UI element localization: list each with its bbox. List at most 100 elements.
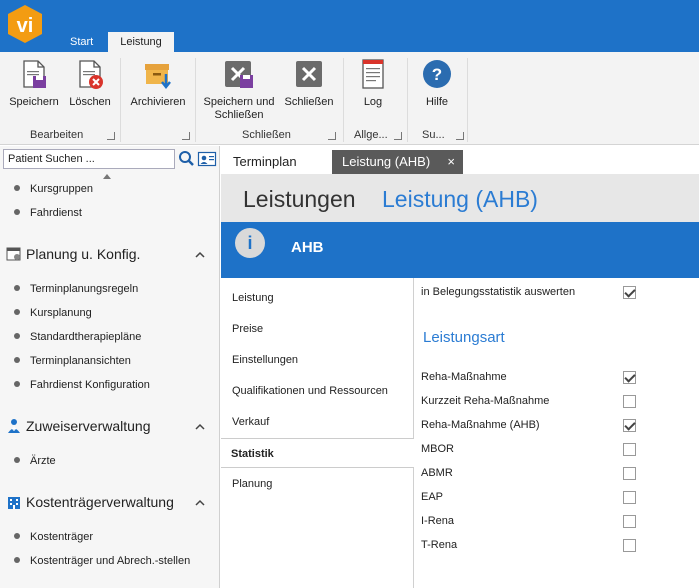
nav-item-standardtherapieplaene[interactable]: Standardtherapiepläne bbox=[14, 329, 141, 345]
svg-text:?: ? bbox=[432, 65, 442, 84]
patient-card-icon[interactable] bbox=[197, 149, 217, 169]
nav-item-fahrdienst[interactable]: Fahrdienst bbox=[14, 205, 82, 221]
option-checkbox[interactable] bbox=[623, 443, 636, 456]
nav-label: Fahrdienst bbox=[30, 207, 82, 219]
subnav-preise[interactable]: Preise bbox=[232, 321, 263, 337]
nav-item-terminplanungsregeln[interactable]: Terminplanungsregeln bbox=[14, 281, 138, 297]
option-checkbox[interactable] bbox=[623, 539, 636, 552]
building-icon bbox=[8, 497, 20, 510]
nav-item-fahrdienst-konfiguration[interactable]: Fahrdienst Konfiguration bbox=[14, 377, 150, 393]
nav-label: Ärzte bbox=[30, 455, 56, 467]
archiv-launcher-icon[interactable] bbox=[182, 132, 190, 140]
speichern-schliessen-label-2: Schließen bbox=[214, 109, 264, 121]
option-checkbox[interactable] bbox=[623, 395, 636, 408]
nav-section-kostentraeger[interactable]: Kostenträgerverwaltung bbox=[6, 492, 174, 512]
nav-section-planung[interactable]: Planung u. Konfig. bbox=[6, 244, 140, 264]
subnav-einstellungen[interactable]: Einstellungen bbox=[232, 352, 298, 368]
loeschen-label: Löschen bbox=[69, 96, 111, 108]
chevron-up-icon[interactable] bbox=[194, 497, 206, 509]
option-row: Reha-Maßnahme bbox=[421, 369, 637, 385]
detail-nav: Leistung Preise Einstellungen Qualifikat… bbox=[221, 278, 414, 588]
ribbon-separator bbox=[195, 58, 196, 142]
scroll-up-icon[interactable] bbox=[103, 173, 111, 179]
nav-item-kostentraeger-abrech[interactable]: Kostenträger und Abrech.-stellen bbox=[14, 553, 190, 569]
log-button[interactable]: Log bbox=[352, 58, 394, 109]
doc-tab-terminplan[interactable]: Terminplan bbox=[233, 150, 297, 174]
nav-label: Terminplanansichten bbox=[30, 355, 131, 367]
nav-label: Kostenträger bbox=[30, 531, 93, 543]
speichern-button[interactable]: Speichern bbox=[9, 58, 59, 109]
logo-text: vi bbox=[17, 15, 34, 37]
option-checkbox[interactable] bbox=[623, 419, 636, 432]
bullet-icon bbox=[14, 357, 20, 364]
nav-item-terminplanansichten[interactable]: Terminplanansichten bbox=[14, 353, 131, 369]
loeschen-button[interactable]: Löschen bbox=[66, 58, 114, 109]
search-icon[interactable] bbox=[176, 149, 196, 169]
nav-label: Kostenträger und Abrech.-stellen bbox=[30, 555, 191, 567]
section-title: Zuweiserverwaltung bbox=[26, 418, 151, 434]
bullet-icon bbox=[14, 333, 20, 340]
schliessen-launcher-icon[interactable] bbox=[328, 132, 336, 140]
option-row: I-Rena bbox=[421, 513, 637, 529]
option-checkbox[interactable] bbox=[623, 515, 636, 528]
belegung-row: in Belegungsstatistik auswerten bbox=[421, 284, 637, 300]
close-tab-icon[interactable]: × bbox=[447, 150, 455, 174]
speichern-schliessen-button[interactable]: Speichern und Schließen bbox=[202, 58, 276, 122]
patient-search-input[interactable]: Patient Suchen ... bbox=[3, 149, 175, 169]
nav-item-kursgruppen[interactable]: Kursgruppen bbox=[14, 181, 93, 197]
option-label: T-Rena bbox=[421, 539, 458, 551]
info-bar: i AHB bbox=[221, 222, 699, 278]
group-support: Su... bbox=[422, 129, 445, 141]
subnav-planung[interactable]: Planung bbox=[232, 476, 272, 492]
support-launcher-icon[interactable] bbox=[456, 132, 464, 140]
option-checkbox[interactable] bbox=[623, 491, 636, 504]
option-checkbox[interactable] bbox=[623, 371, 636, 384]
help-icon: ? bbox=[423, 60, 451, 88]
archivieren-button[interactable]: Archivieren bbox=[128, 58, 188, 109]
option-checkbox[interactable] bbox=[623, 467, 636, 480]
subnav-qualifikationen[interactable]: Qualifikationen und Ressourcen bbox=[232, 383, 388, 399]
option-row: T-Rena bbox=[421, 537, 637, 553]
allgemein-launcher-icon[interactable] bbox=[394, 132, 402, 140]
ribbon-tab-leistung[interactable]: Leistung bbox=[108, 32, 174, 52]
subnav-leistung[interactable]: Leistung bbox=[232, 290, 274, 306]
ribbon-tab-start[interactable]: Start bbox=[60, 32, 103, 52]
option-label: I-Rena bbox=[421, 515, 455, 527]
subnav-verkauf[interactable]: Verkauf bbox=[232, 414, 269, 430]
bullet-icon bbox=[14, 533, 20, 540]
option-label: ABMR bbox=[421, 467, 453, 479]
doc-tab-leistung-ahb[interactable]: Leistung (AHB) × bbox=[332, 150, 463, 174]
schliessen-button[interactable]: Schließen bbox=[284, 58, 334, 109]
nav-section-zuweiser[interactable]: Zuweiserverwaltung bbox=[6, 416, 151, 436]
nav-label: Kursplanung bbox=[30, 307, 92, 319]
option-label: Reha-Maßnahme (AHB) bbox=[421, 419, 540, 431]
speichern-label: Speichern bbox=[9, 96, 59, 108]
bearbeiten-launcher-icon[interactable] bbox=[107, 132, 115, 140]
bullet-icon bbox=[14, 381, 20, 388]
chevron-up-icon[interactable] bbox=[194, 421, 206, 433]
statistik-panel: in Belegungsstatistik auswerten Leistung… bbox=[415, 278, 699, 588]
chevron-up-icon[interactable] bbox=[194, 249, 206, 261]
section-title: Kostenträgerverwaltung bbox=[26, 494, 174, 510]
nav-item-aerzte[interactable]: Ärzte bbox=[14, 453, 56, 469]
hilfe-button[interactable]: ? Hilfe bbox=[416, 58, 458, 109]
nav-item-kursplanung[interactable]: Kursplanung bbox=[14, 305, 92, 321]
document-tabs: Terminplan Leistung (AHB) × bbox=[221, 146, 699, 174]
close-icon bbox=[296, 61, 322, 87]
ribbon-separator bbox=[407, 58, 408, 142]
archive-icon bbox=[145, 64, 171, 90]
subnav-statistik[interactable]: Statistik bbox=[221, 438, 414, 468]
option-row: Reha-Maßnahme (AHB) bbox=[421, 417, 637, 433]
bullet-icon bbox=[14, 209, 20, 216]
hilfe-label: Hilfe bbox=[425, 96, 448, 108]
delete-icon bbox=[79, 60, 103, 89]
nav-item-kostentraeger[interactable]: Kostenträger bbox=[14, 529, 93, 545]
group-bearbeiten: Bearbeiten bbox=[30, 129, 84, 141]
belegung-label: in Belegungsstatistik auswerten bbox=[421, 286, 576, 298]
ribbon-separator bbox=[467, 58, 468, 142]
option-row: MBOR bbox=[421, 441, 637, 457]
title-bar: vi Start Leistung bbox=[0, 0, 699, 52]
belegung-checkbox[interactable] bbox=[623, 286, 636, 299]
bullet-icon bbox=[14, 285, 20, 292]
archivieren-label: Archivieren bbox=[130, 96, 186, 108]
